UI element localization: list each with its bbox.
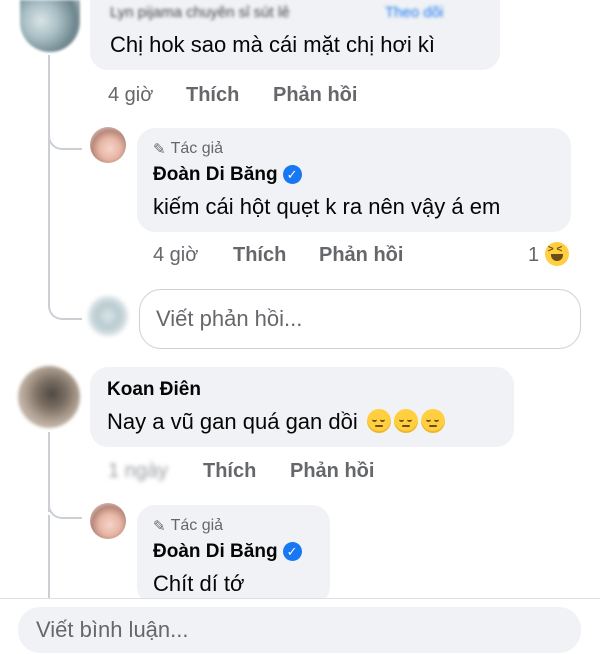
- author-tag: ✎ Tác giả: [153, 140, 223, 158]
- thread-line-comment2-tail: [48, 515, 50, 600]
- comment-input-placeholder: Viết bình luận...: [36, 617, 189, 642]
- commenter-avatar[interactable]: [20, 0, 80, 52]
- thread-line-reply-input: [48, 145, 50, 305]
- current-user-avatar: [88, 296, 128, 336]
- reaction-summary[interactable]: 1: [528, 242, 569, 267]
- comment-text-2-label: Nay a vũ gan quá gan dồi: [107, 409, 358, 434]
- reply-author-label-2: Đoàn Di Băng: [153, 541, 278, 562]
- author-avatar[interactable]: [90, 127, 126, 163]
- comment-time[interactable]: 4 giờ: [108, 84, 153, 107]
- comment-text-2: Nay a vũ gan quá gan dồi: [107, 409, 445, 435]
- verified-badge-icon: ✓: [282, 165, 302, 185]
- reply-bubble-2: ✎ Tác giả Đoàn Di Băng ✓ Chít dí tớ: [137, 505, 330, 605]
- reply-author-name[interactable]: Đoàn Di Băng ✓: [153, 164, 302, 186]
- reply-reply-button[interactable]: Phản hồi: [319, 244, 403, 267]
- thread-curve-reply1: [48, 130, 82, 150]
- reply-button[interactable]: Phản hồi: [273, 84, 357, 107]
- comment-time-2[interactable]: 1 ngày: [108, 460, 168, 483]
- comment-author-name[interactable]: Lyn pijama chuyên sỉ sút lẻ: [110, 4, 290, 21]
- comment-input[interactable]: Viết bình luận...: [18, 607, 581, 653]
- reply-bubble: ✎ Tác giả Đoàn Di Băng ✓ kiếm cái hột quẹ…: [137, 128, 571, 232]
- relieved-face-icon: [366, 409, 391, 433]
- reply-text-2: Chít dí tớ: [153, 571, 245, 596]
- thread-curve-reply-input: [48, 300, 82, 320]
- like-button[interactable]: Thích: [186, 84, 239, 107]
- author-tag-label: Tác giả: [170, 140, 224, 157]
- reply-author-name-2[interactable]: Đoàn Di Băng ✓: [153, 541, 302, 563]
- author-tag-label-2: Tác giả: [170, 517, 224, 534]
- commenter-avatar-2[interactable]: [18, 366, 80, 428]
- reaction-count: 1: [528, 244, 540, 266]
- verified-badge-icon: ✓: [282, 542, 302, 562]
- reply-like-button[interactable]: Thích: [233, 244, 286, 267]
- comment-author-name-2[interactable]: Koan Điên: [107, 379, 201, 401]
- comment-text: Chị hok sao mà cái mặt chị hơi kì: [110, 32, 435, 57]
- reply-time[interactable]: 4 giờ: [153, 244, 198, 267]
- pencil-icon: ✎: [153, 141, 166, 158]
- reply-author-label: Đoàn Di Băng: [153, 164, 278, 185]
- relieved-face-icon: [393, 409, 418, 433]
- follow-link[interactable]: Theo dõi: [385, 4, 443, 21]
- comment-bubble: Lyn pijama chuyên sỉ sút lẻ Theo dõi Chị…: [90, 0, 500, 70]
- reply-button-2[interactable]: Phản hồi: [290, 460, 374, 483]
- relieved-face-icon: [420, 409, 445, 433]
- author-tag-2: ✎ Tác giả: [153, 517, 223, 535]
- reply-input-placeholder: Viết phản hồi...: [156, 306, 303, 331]
- pencil-icon: ✎: [153, 518, 166, 535]
- author-avatar-2[interactable]: [90, 503, 126, 539]
- reply-input[interactable]: Viết phản hồi...: [139, 289, 581, 349]
- reply-text: kiếm cái hột quẹt k ra nên vậy á em: [153, 194, 501, 219]
- like-button-2[interactable]: Thích: [203, 460, 256, 483]
- comment-bubble-2: Koan Điên Nay a vũ gan quá gan dồi: [90, 367, 514, 447]
- haha-emoji-icon: [544, 242, 569, 266]
- thread-curve-reply2: [48, 497, 82, 519]
